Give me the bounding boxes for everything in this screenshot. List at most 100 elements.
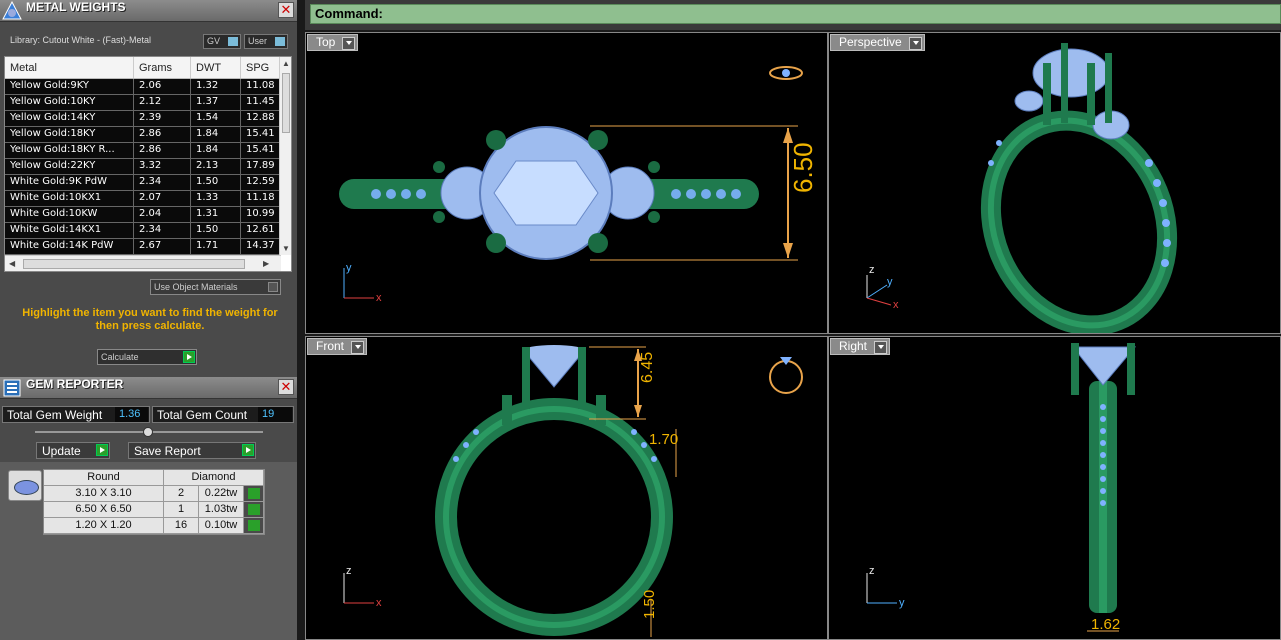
axis-x-label: x: [376, 292, 382, 304]
table-cell: White Gold:14K PdW: [5, 239, 134, 254]
table-row[interactable]: White Gold:14KX1 2.34 1.50 12.61: [5, 223, 291, 239]
table-row[interactable]: White Gold:10KX1 2.07 1.33 11.18: [5, 191, 291, 207]
col-spg[interactable]: SPG: [241, 57, 281, 78]
table-cell: White Gold:9K PdW: [5, 175, 134, 190]
close-gem-reporter-icon[interactable]: ✕: [278, 379, 294, 395]
scroll-right-icon[interactable]: ▶: [263, 259, 269, 268]
save-report-go-icon[interactable]: [242, 444, 254, 456]
scroll-down-icon[interactable]: ▼: [282, 244, 290, 253]
table-cell: 12.59: [241, 175, 281, 190]
library-label: Library: Cutout White - (Fast)-Metal: [10, 35, 152, 45]
viewport-front-label[interactable]: Front: [307, 338, 368, 355]
gv-label: GV: [207, 36, 221, 46]
table-cell: White Gold:14KX1: [5, 223, 134, 238]
viewport-perspective[interactable]: z y x Perspective: [828, 32, 1281, 334]
use-object-materials-field[interactable]: Use Object Materials: [150, 279, 281, 295]
right-view-drawing: 1.62 z y: [866, 343, 1137, 633]
axis-z-label: z: [869, 264, 875, 276]
viewport-top[interactable]: 6.50 y x Top: [305, 32, 828, 334]
metal-weights-titlebar: METAL WEIGHTS ✕: [0, 0, 297, 22]
table-cell: 1.32: [191, 79, 241, 94]
gem-reporter-logo-icon: [3, 379, 21, 397]
col-metal[interactable]: Metal: [5, 57, 134, 78]
gem-row[interactable]: 6.50 X 6.50 1 1.03tw: [44, 502, 264, 518]
viewport-right[interactable]: 1.62 z y Right: [828, 336, 1281, 640]
table-row[interactable]: White Gold:9K PdW 2.34 1.50 12.59: [5, 175, 291, 191]
table-cell: 2.34: [134, 175, 191, 190]
table-row[interactable]: Yellow Gold:18KY R... 2.86 1.84 15.41: [5, 143, 291, 159]
update-go-icon[interactable]: [96, 444, 108, 456]
gem-shape-header: Round: [44, 470, 164, 485]
close-metal-weights-icon[interactable]: ✕: [278, 2, 294, 18]
use-object-materials-label: Use Object Materials: [154, 282, 238, 292]
gem-row-go-icon[interactable]: [244, 518, 264, 533]
table-cell: 1.50: [191, 175, 241, 190]
axis-z-label: z: [869, 565, 875, 577]
scroll-up-icon[interactable]: ▲: [282, 59, 290, 68]
command-area: Command:: [305, 0, 1281, 30]
gem-row[interactable]: 3.10 X 3.10 2 0.22tw: [44, 486, 264, 502]
command-line[interactable]: Command:: [310, 4, 1281, 24]
axis-y-label: y: [346, 262, 352, 274]
update-button[interactable]: Update: [36, 442, 110, 459]
hscroll-thumb[interactable]: [23, 259, 245, 269]
table-cell: 1.33: [191, 191, 241, 206]
viewport-front[interactable]: 6.45 1.70 1.50 z x Front: [305, 336, 828, 640]
save-report-button[interactable]: Save Report: [128, 442, 256, 459]
axis-z-label: z: [346, 565, 352, 577]
gem-reporter-titlebar: GEM REPORTER ✕: [0, 377, 297, 399]
gem-row-go-icon[interactable]: [244, 502, 264, 517]
user-toggle[interactable]: User: [244, 34, 288, 49]
table-cell: 1.84: [191, 143, 241, 158]
table-cell: 2.04: [134, 207, 191, 222]
table-cell: 3.32: [134, 159, 191, 174]
table-cell: 12.88: [241, 111, 281, 126]
use-object-materials-checkbox[interactable]: [268, 282, 278, 292]
calculate-button[interactable]: Calculate: [97, 349, 197, 365]
table-row[interactable]: Yellow Gold:14KY 2.39 1.54 12.88: [5, 111, 291, 127]
table-cell: Yellow Gold:18KY R...: [5, 143, 134, 158]
table-row[interactable]: White Gold:10KW 2.04 1.31 10.99: [5, 207, 291, 223]
table-cell: 10.99: [241, 207, 281, 222]
update-label: Update: [42, 444, 81, 458]
table-cell: 2.07: [134, 191, 191, 206]
table-cell: 1.50: [191, 223, 241, 238]
calculate-go-icon[interactable]: [183, 351, 195, 363]
gem-row-go-icon[interactable]: [244, 486, 264, 501]
gv-toggle[interactable]: GV: [203, 34, 241, 49]
viewport-top-label[interactable]: Top: [307, 34, 359, 51]
table-cell: 1.31: [191, 207, 241, 222]
gem-row[interactable]: 1.20 X 1.20 16 0.10tw: [44, 518, 264, 534]
user-label: User: [248, 36, 268, 46]
table-row[interactable]: Yellow Gold:10KY 2.12 1.37 11.45: [5, 95, 291, 111]
table-cell: 1.37: [191, 95, 241, 110]
table-row[interactable]: Yellow Gold:9KY 2.06 1.32 11.08: [5, 79, 291, 95]
table-row[interactable]: Yellow Gold:22KY 3.32 2.13 17.89: [5, 159, 291, 175]
vertical-scrollbar[interactable]: ▲ ▼: [279, 57, 291, 255]
col-grams[interactable]: Grams: [134, 57, 191, 78]
table-header: Metal Grams DWT SPG: [5, 57, 291, 79]
top-view-drawing: 6.50 y x: [339, 66, 818, 304]
perspective-view-drawing: z y x: [866, 43, 1178, 333]
col-dwt[interactable]: DWT: [191, 57, 241, 78]
table-row[interactable]: Yellow Gold:18KY 2.86 1.84 15.41: [5, 127, 291, 143]
table-row[interactable]: White Gold:14K PdW 2.67 1.71 14.37: [5, 239, 291, 255]
viewport-perspective-label[interactable]: Perspective: [830, 34, 925, 51]
gem-reporter-title: GEM REPORTER: [26, 377, 124, 391]
gem-cell: 1: [164, 502, 199, 517]
round-gem-icon: [8, 470, 42, 501]
horizontal-scrollbar[interactable]: ◀ ▶: [5, 255, 281, 271]
gem-cell: 16: [164, 518, 199, 533]
table-cell: 2.12: [134, 95, 191, 110]
scroll-left-icon[interactable]: ◀: [9, 259, 15, 268]
scroll-thumb[interactable]: [282, 73, 290, 133]
front-dimension-1: 6.45: [639, 352, 656, 383]
gem-cell: 1.20 X 1.20: [44, 518, 164, 533]
viewport-right-label[interactable]: Right: [830, 338, 891, 355]
right-dimension: 1.62: [1091, 616, 1120, 633]
table-cell: 1.54: [191, 111, 241, 126]
slider-knob[interactable]: [143, 427, 153, 437]
table-cell: 2.86: [134, 143, 191, 158]
metal-weights-table: Metal Grams DWT SPG Yellow Gold:9KY 2.06 1…: [4, 56, 292, 272]
calculate-label: Calculate: [101, 352, 139, 362]
